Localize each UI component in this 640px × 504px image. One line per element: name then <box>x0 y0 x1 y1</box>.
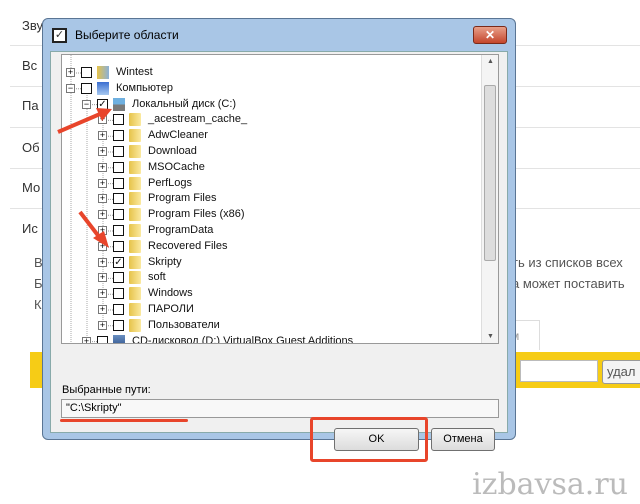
annotation-arrows <box>57 108 112 248</box>
red-arrow-icon <box>57 112 101 134</box>
red-arrow-icon <box>78 210 102 240</box>
